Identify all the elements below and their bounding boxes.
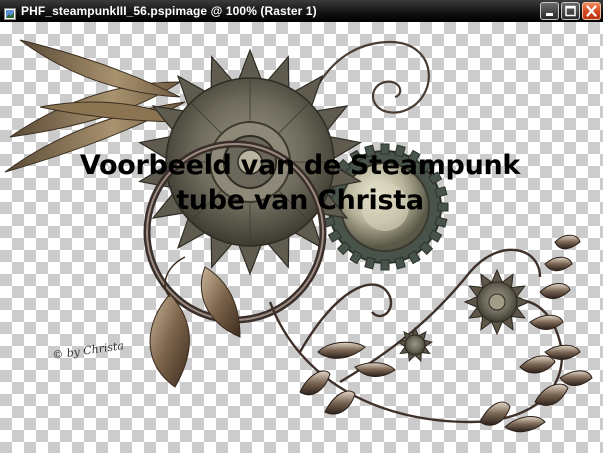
- minimize-icon: [546, 13, 553, 16]
- stone-flower-small: [397, 326, 433, 363]
- window-title: PHF_steampunkIII_56.pspimage @ 100% (Ras…: [21, 4, 317, 18]
- maximize-icon: [565, 5, 576, 17]
- caption-text: Voorbeeld van de Steampunk tube van Chri…: [40, 148, 560, 218]
- leaves-brown: [149, 256, 241, 388]
- caption-line-1: Voorbeeld van de Steampunk: [79, 150, 521, 181]
- image-canvas[interactable]: Voorbeeld van de Steampunk tube van Chri…: [0, 22, 603, 453]
- window-controls: [540, 2, 601, 20]
- steampunk-artwork: [4, 39, 593, 433]
- psp-image-icon: [4, 5, 16, 20]
- image-window: PHF_steampunkIII_56.pspimage @ 100% (Ras…: [0, 0, 603, 453]
- maximize-button[interactable]: [561, 2, 580, 20]
- title-bar[interactable]: PHF_steampunkIII_56.pspimage @ 100% (Ras…: [0, 0, 603, 22]
- stone-flower-medium: [463, 268, 531, 336]
- minimize-button[interactable]: [540, 2, 559, 20]
- caption-line-2: tube van Christa: [176, 185, 424, 216]
- close-button[interactable]: [582, 2, 601, 20]
- close-icon: [586, 5, 597, 17]
- metal-petals: [299, 234, 593, 433]
